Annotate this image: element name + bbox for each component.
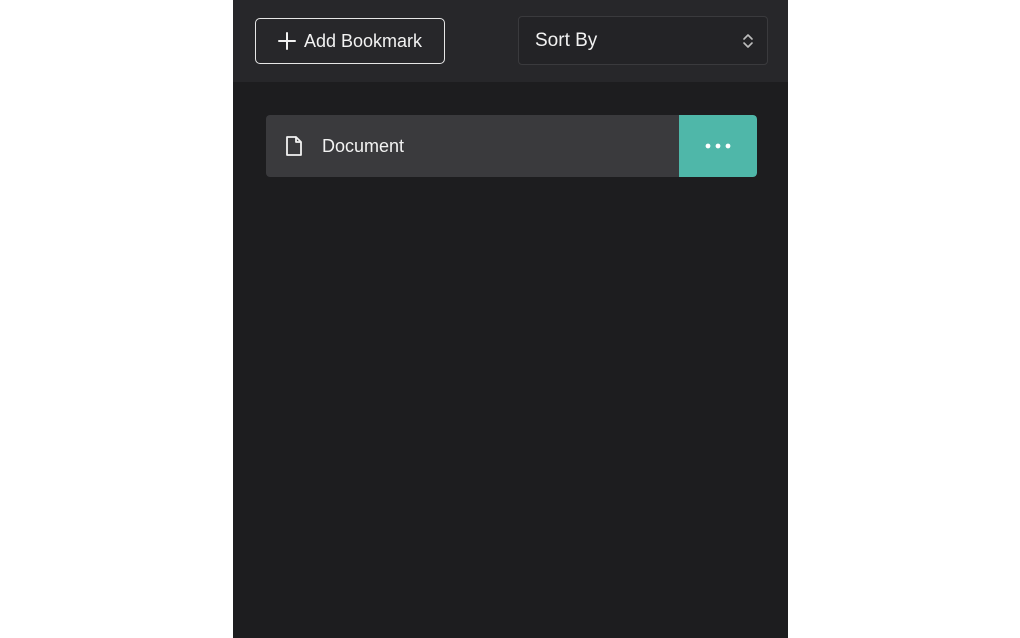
document-icon [285,135,303,157]
sort-by-select[interactable]: Sort By [518,16,768,65]
list-item[interactable]: Document [266,115,757,177]
bookmarks-panel: Add Bookmark Sort By Document [233,0,788,638]
more-horizontal-icon [705,143,731,149]
add-bookmark-label: Add Bookmark [303,30,423,51]
sort-by-label: Sort By [535,29,598,51]
plus-icon [277,32,296,50]
add-bookmark-button[interactable]: Add Bookmark [255,18,445,64]
bookmarks-toolbar: Add Bookmark Sort By [233,0,788,82]
chevron-up-down-icon [742,32,754,50]
bookmark-list: Document [266,115,757,177]
bookmark-label: Document [322,135,405,156]
more-options-button[interactable] [679,115,757,177]
